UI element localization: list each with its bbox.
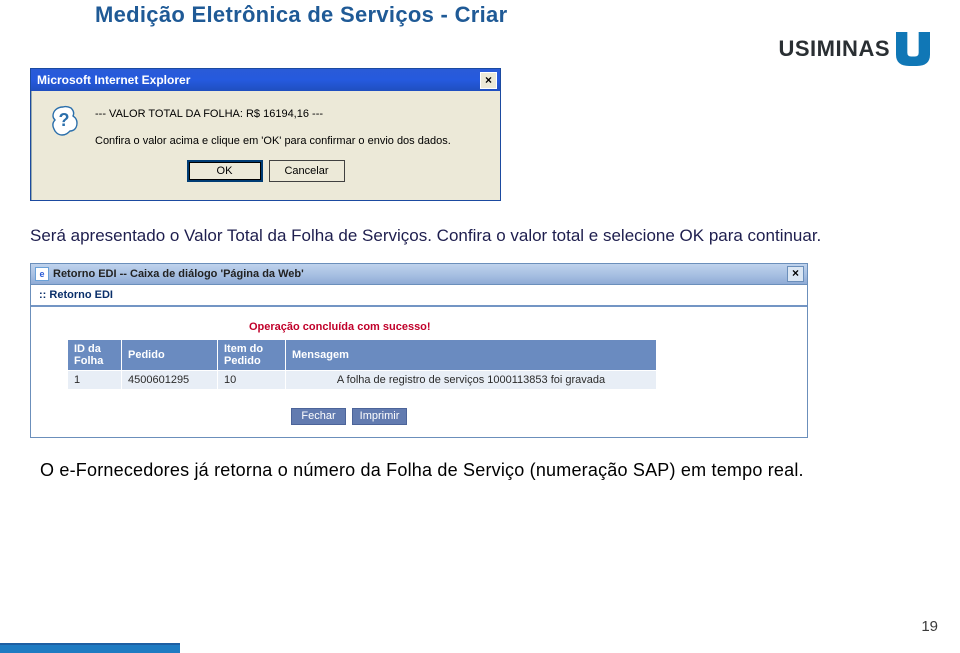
table-row: 1 4500601295 10 A folha de registro de s…	[68, 370, 657, 389]
logo: USIMINAS	[778, 30, 932, 68]
logo-text: USIMINAS	[778, 36, 890, 62]
web-dialog-title: Retorno EDI -- Caixa de diálogo 'Página …	[53, 268, 304, 280]
ok-button[interactable]: OK	[187, 160, 263, 182]
col-pedido-header: Pedido	[122, 339, 218, 370]
page-title: Medição Eletrônica de Serviços - Criar	[95, 0, 960, 28]
logo-u-icon	[894, 30, 932, 68]
col-id-header: ID da Folha	[68, 339, 122, 370]
footer-bar	[0, 643, 180, 653]
cell-pedido: 4500601295	[122, 370, 218, 389]
summary-text: O e-Fornecedores já retorna o número da …	[40, 460, 920, 481]
ie-confirm-dialog: Microsoft Internet Explorer × ? --- VALO…	[30, 68, 501, 201]
ie-message-confirm: Confira o valor acima e clique em 'OK' p…	[95, 132, 451, 151]
imprimir-button[interactable]: Imprimir	[352, 408, 407, 425]
retorno-edi-label: :: Retorno EDI	[31, 285, 807, 307]
cell-item: 10	[218, 370, 286, 389]
ie-title-text: Microsoft Internet Explorer	[37, 73, 190, 87]
question-icon: ?	[49, 105, 81, 137]
cell-id: 1	[68, 370, 122, 389]
result-table: ID da Folha Pedido Item do Pedido Mensag…	[67, 339, 657, 390]
col-item-header: Item do Pedido	[218, 339, 286, 370]
col-mensagem-header: Mensagem	[286, 339, 657, 370]
close-icon[interactable]: ×	[787, 266, 804, 282]
svg-text:?: ?	[59, 110, 70, 130]
close-icon[interactable]: ×	[480, 72, 497, 89]
retorno-edi-dialog: e Retorno EDI -- Caixa de diálogo 'Págin…	[30, 263, 808, 438]
page-number: 19	[921, 618, 938, 635]
cancel-button[interactable]: Cancelar	[269, 160, 345, 182]
cell-mensagem: A folha de registro de serviços 10001138…	[286, 370, 657, 389]
page-icon: e	[35, 267, 49, 281]
instruction-text: Será apresentado o Valor Total da Folha …	[30, 223, 930, 249]
fechar-button[interactable]: Fechar	[291, 408, 346, 425]
success-message: Operação concluída com sucesso!	[249, 321, 807, 333]
ie-message-total: --- VALOR TOTAL DA FOLHA: R$ 16194,16 --…	[95, 105, 451, 124]
